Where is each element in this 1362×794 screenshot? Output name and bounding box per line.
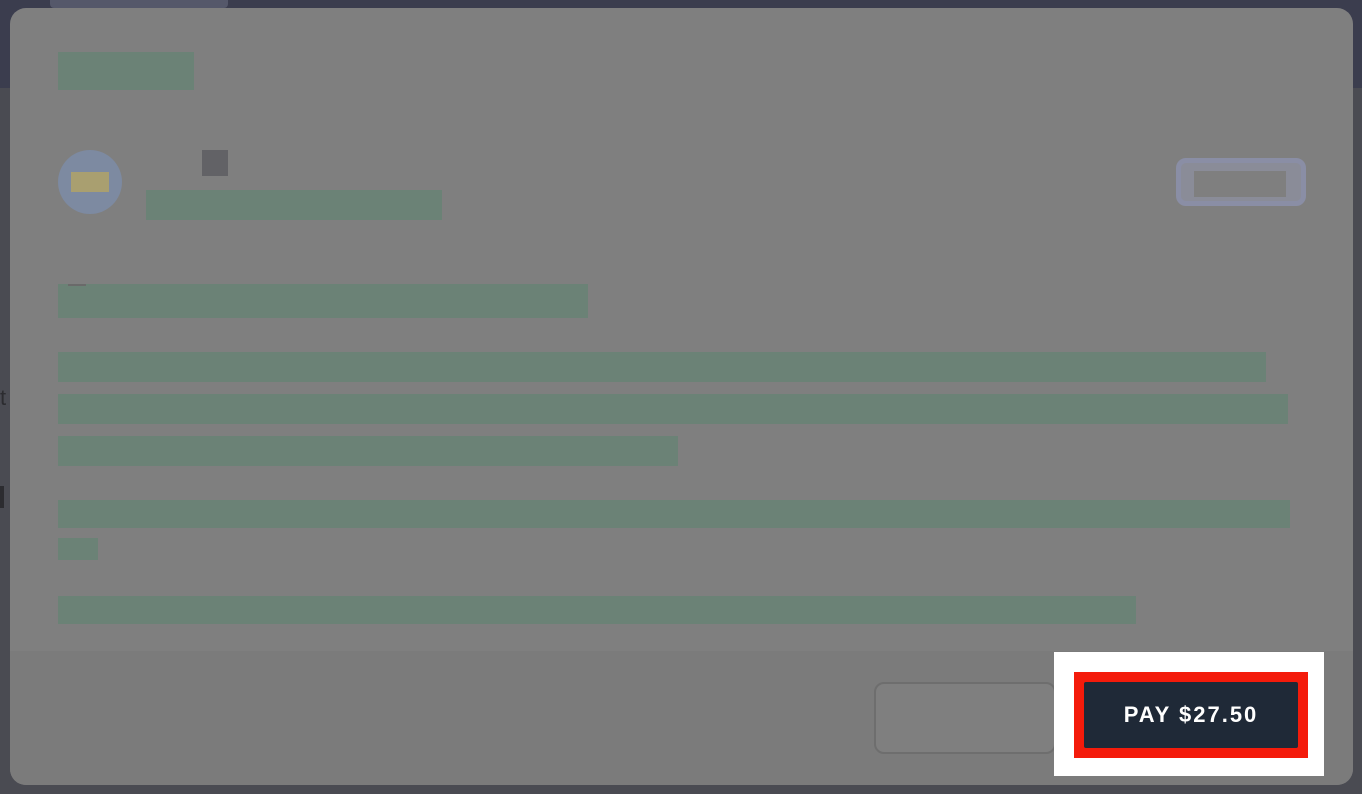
- description-line-redacted: [58, 500, 1290, 528]
- description-line-redacted: [58, 538, 98, 560]
- background-text-fragment: [0, 486, 4, 508]
- background-text-fragment: t: [0, 386, 7, 410]
- description-line-redacted: [58, 352, 1266, 382]
- badge-label-redacted: [1194, 171, 1286, 197]
- description-line-redacted: [58, 436, 678, 466]
- badge-button[interactable]: [1176, 158, 1306, 206]
- cancel-button[interactable]: [874, 682, 1056, 754]
- account-name-redacted: [146, 190, 442, 220]
- modal-title-redacted: [58, 52, 194, 90]
- avatar-image-redacted: [71, 172, 109, 192]
- divider: [68, 284, 86, 286]
- description-line-redacted: [58, 596, 1136, 624]
- description-line-redacted: [58, 394, 1288, 424]
- description-heading-redacted: [58, 284, 588, 318]
- header-tab[interactable]: [50, 0, 228, 8]
- pay-button[interactable]: PAY $27.50: [1084, 682, 1298, 748]
- avatar: [58, 150, 122, 214]
- status-icon: [202, 150, 228, 176]
